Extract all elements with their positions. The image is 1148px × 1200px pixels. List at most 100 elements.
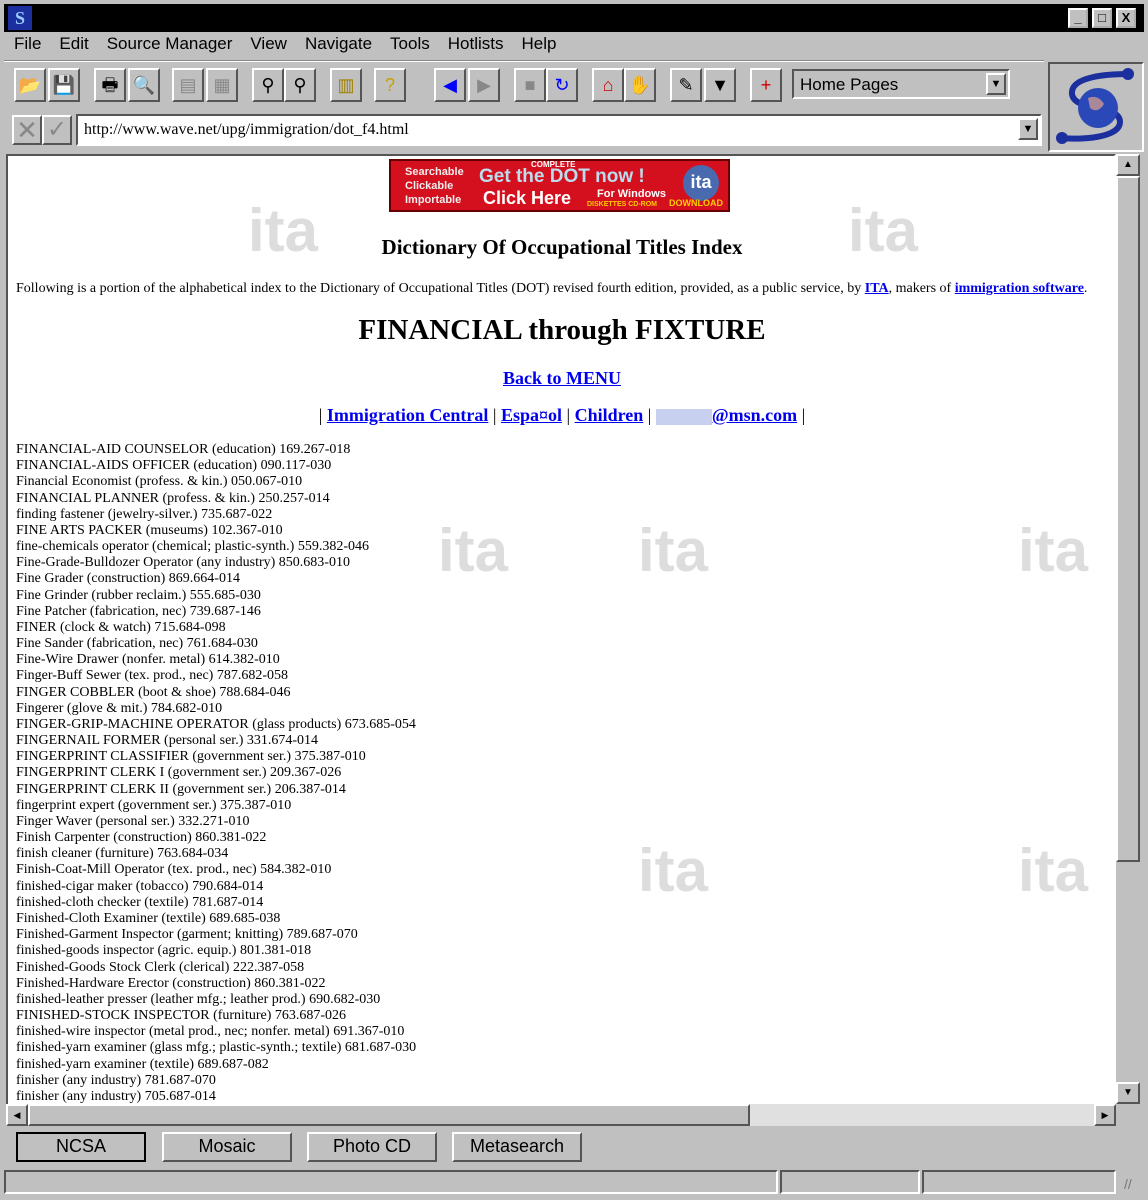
- espanol-link[interactable]: Espa¤ol: [501, 405, 562, 425]
- list-item: Financial Economist (profess. & kin.) 05…: [16, 474, 303, 490]
- intro-text: , makers of: [888, 281, 955, 296]
- intro-paragraph: Following is a portion of the alphabetic…: [16, 281, 1114, 297]
- hotlist-combo[interactable]: Home Pages ▼: [792, 69, 1010, 99]
- page-title: Dictionary Of Occupational Titles Index: [381, 235, 743, 259]
- metasearch-button[interactable]: Metasearch: [452, 1132, 582, 1162]
- banner-text: Clickable: [405, 180, 454, 192]
- menu-navigate[interactable]: Navigate: [305, 34, 372, 58]
- list-item: FINANCIAL PLANNER (profess. & kin.) 250.…: [16, 490, 330, 506]
- list-item: Finger Waver (personal ser.) 332.271-010: [16, 813, 250, 829]
- maximize-button[interactable]: □: [1092, 8, 1112, 28]
- add-hotlist-button[interactable]: +: [750, 68, 782, 102]
- print-button[interactable]: 🖶: [94, 68, 126, 102]
- list-item: finished-goods inspector (agric. equip.)…: [16, 943, 312, 959]
- scroll-left-icon[interactable]: ◀: [6, 1104, 28, 1126]
- vertical-scrollbar[interactable]: ▲ ▼: [1116, 154, 1142, 1106]
- watermark-ita-icon: ita: [638, 837, 709, 904]
- menu-file[interactable]: File: [14, 34, 41, 58]
- browser-logo: [1048, 62, 1144, 152]
- open-icon: 📂: [18, 75, 42, 95]
- url-dropdown-icon[interactable]: ▼: [1018, 118, 1038, 140]
- url-text: http://www.wave.net/upg/immigration/dot_…: [84, 121, 409, 138]
- scroll-right-icon[interactable]: ▶: [1094, 1104, 1116, 1126]
- close-button[interactable]: X: [1116, 8, 1136, 28]
- scroll-down-icon[interactable]: ▼: [1116, 1082, 1140, 1104]
- banner-text: Searchable: [405, 166, 464, 178]
- menu-edit[interactable]: Edit: [59, 34, 88, 58]
- minimize-button[interactable]: _: [1068, 8, 1088, 28]
- reload-button[interactable]: ↻: [546, 68, 578, 102]
- scroll-up-icon[interactable]: ▲: [1116, 154, 1140, 176]
- annotate-button[interactable]: ✎: [670, 68, 702, 102]
- paste-icon: ▦: [213, 75, 231, 95]
- list-item: Fingerer (glove & mit.) 784.682-010: [16, 700, 223, 716]
- stop-load-x-icon[interactable]: ✕: [12, 115, 42, 145]
- email-domain: @msn.com: [711, 405, 798, 425]
- dot-banner-ad[interactable]: Searchable Clickable Importable COMPLETE…: [389, 159, 730, 212]
- hotlist-button[interactable]: ▼: [704, 68, 736, 102]
- chevron-down-icon[interactable]: ▼: [986, 73, 1006, 95]
- copy-icon: ▤: [179, 75, 197, 95]
- immigration-central-link[interactable]: Immigration Central: [327, 405, 488, 425]
- immigration-software-link[interactable]: immigration software: [955, 281, 1084, 296]
- menu-tools[interactable]: Tools: [390, 34, 430, 58]
- ncsa-button[interactable]: NCSA: [16, 1132, 146, 1162]
- open-button[interactable]: 📂: [14, 68, 46, 102]
- document-icon: ▥: [337, 75, 355, 95]
- back-icon: ◀: [443, 75, 457, 95]
- app-icon[interactable]: S: [8, 6, 32, 30]
- intro-text: .: [1083, 281, 1088, 296]
- list-item: FINGERNAIL FORMER (personal ser.) 331.67…: [16, 733, 319, 749]
- watermark-ita-icon: ita: [438, 517, 509, 584]
- resize-grip-icon[interactable]: //: [1124, 1176, 1132, 1192]
- email-link[interactable]: @msn.com: [655, 405, 798, 425]
- separator: |: [566, 405, 571, 425]
- status-security: [922, 1170, 1116, 1194]
- hand-button[interactable]: ✋: [624, 68, 656, 102]
- separator: |: [647, 405, 652, 425]
- list-item: FINGER-GRIP-MACHINE OPERATOR (glass prod…: [16, 716, 416, 732]
- list-item: Finish-Coat-Mill Operator (tex. prod., n…: [16, 862, 332, 878]
- help-button[interactable]: ?: [374, 68, 406, 102]
- hand-icon: ✋: [628, 75, 652, 95]
- menu-help[interactable]: Help: [521, 34, 556, 58]
- horizontal-scroll-thumb[interactable]: [28, 1104, 750, 1126]
- redacted-email-user: [655, 408, 712, 425]
- find-button[interactable]: ⚲: [252, 68, 284, 102]
- stop-button[interactable]: ■: [514, 68, 546, 102]
- print-preview-button[interactable]: 🔍: [128, 68, 160, 102]
- accept-check-icon[interactable]: ✓: [42, 115, 72, 145]
- forward-button[interactable]: ▶: [468, 68, 500, 102]
- ita-globe-icon: ita: [683, 165, 719, 201]
- home-button[interactable]: ⌂: [592, 68, 624, 102]
- back-to-menu-link[interactable]: Back to MENU: [503, 368, 621, 388]
- spyglass-logo-icon: [1056, 68, 1134, 144]
- list-item: finisher (any industry) 781.687-070: [16, 1072, 216, 1088]
- add-hotlist-icon: +: [760, 75, 772, 95]
- ita-link[interactable]: ITA: [865, 281, 889, 296]
- url-input[interactable]: http://www.wave.net/upg/immigration/dot_…: [76, 114, 1042, 146]
- occupation-list: FINANCIAL-AID COUNSELOR (education) 169.…: [16, 442, 416, 1104]
- save-icon: 💾: [52, 75, 76, 95]
- horizontal-scrollbar[interactable]: ◀ ▶: [6, 1104, 1116, 1126]
- find-next-button[interactable]: ⚲: [284, 68, 316, 102]
- intro-text: Following is a portion of the alphabetic…: [16, 281, 865, 296]
- document-button[interactable]: ▥: [330, 68, 362, 102]
- mosaic-button[interactable]: Mosaic: [162, 1132, 292, 1162]
- vertical-scroll-thumb[interactable]: [1116, 176, 1140, 862]
- save-button[interactable]: 💾: [48, 68, 80, 102]
- back-button[interactable]: ◀: [434, 68, 466, 102]
- copy-button[interactable]: ▤: [172, 68, 204, 102]
- paste-button[interactable]: ▦: [206, 68, 238, 102]
- menu-hotlists[interactable]: Hotlists: [448, 34, 504, 58]
- menu-source-manager[interactable]: Source Manager: [107, 34, 233, 58]
- status-progress: [780, 1170, 920, 1194]
- list-item: finish cleaner (furniture) 763.684-034: [16, 846, 229, 862]
- children-link[interactable]: Children: [575, 405, 644, 425]
- list-item: Fine-Wire Drawer (nonfer. metal) 614.382…: [16, 652, 280, 668]
- list-item: Finished-Garment Inspector (garment; kni…: [16, 927, 358, 943]
- menu-view[interactable]: View: [250, 34, 287, 58]
- watermark-ita-icon: ita: [1018, 837, 1089, 904]
- photo-cd-button[interactable]: Photo CD: [307, 1132, 437, 1162]
- list-item: FINE ARTS PACKER (museums) 102.367-010: [16, 522, 283, 538]
